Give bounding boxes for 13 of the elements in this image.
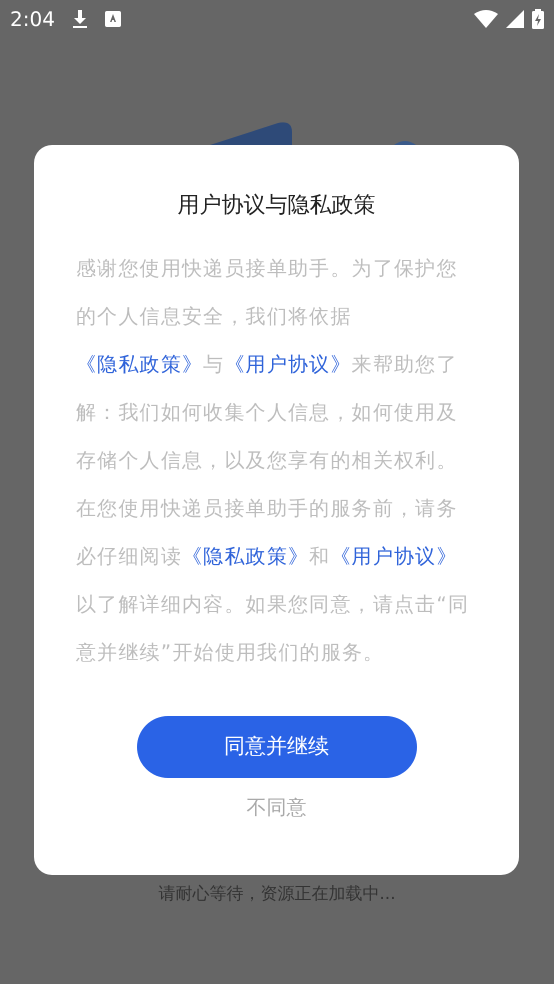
status-time: 2:04 [10, 6, 55, 33]
policy-link[interactable]: 《隐私政策》 [76, 352, 204, 376]
dialog-title: 用户协议与隐私政策 [176, 192, 376, 220]
battery-icon [532, 9, 544, 29]
agreement-text: 感谢您使用快递员接单助手。为了保护您的个人信息安全，我们将依据 《隐私政策》与《用户协议》来帮助您了解：我们如何收集个人信息，如何使用及存储个人信息，以及您享有的相关权利。在您使用快递员接单助手的服务前，请务必仔细阅读《隐私政策》和《用户协议》 以了解详细内容。如果您同意，请点击“同意并继续”开始使用我们的服务。 [76, 255, 470, 666]
agree-button[interactable]: 同意并继续 [136, 716, 416, 778]
wifi-icon [474, 10, 498, 28]
policy-link[interactable]: 《用户协议》 [330, 544, 458, 568]
signal-icon [506, 10, 524, 28]
policy-link[interactable]: 《隐私政策》 [182, 544, 310, 568]
policy-link[interactable]: 《用户协议》 [224, 352, 352, 376]
download-icon [70, 9, 89, 29]
keyboard-icon [104, 11, 121, 27]
